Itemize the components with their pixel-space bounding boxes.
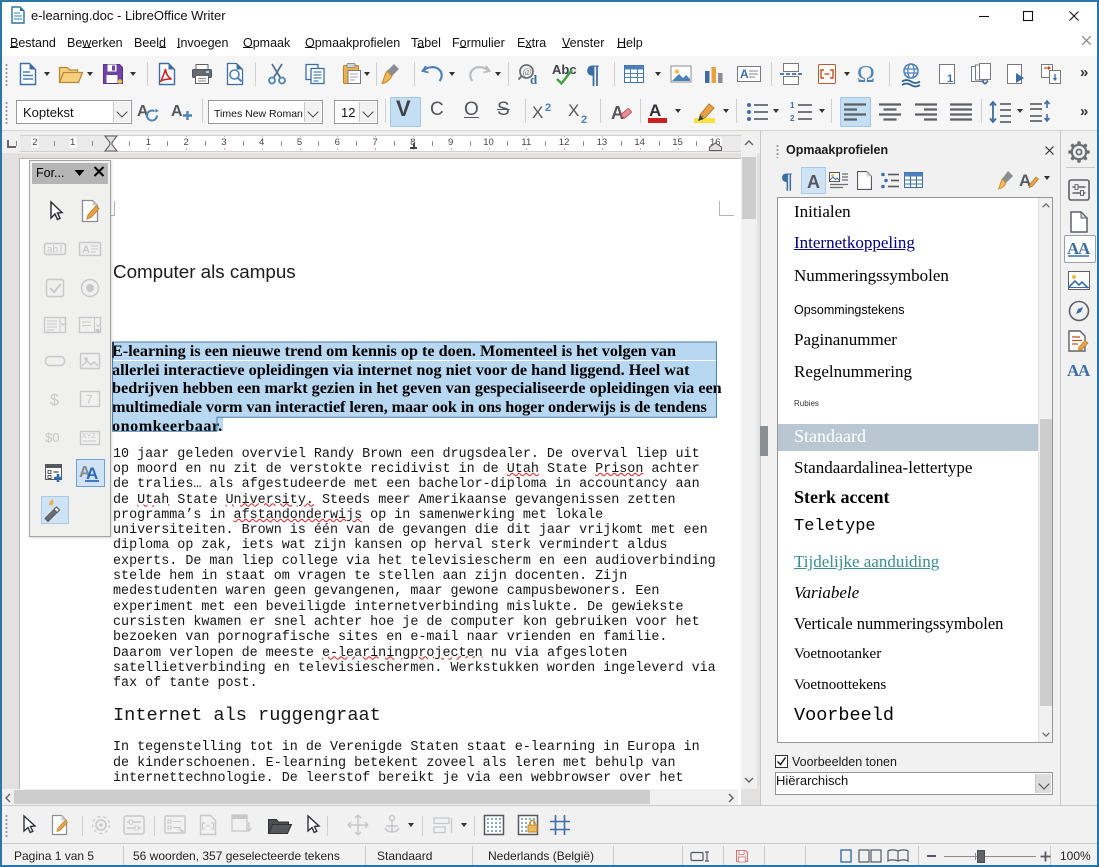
svg-text:A: A	[1078, 239, 1091, 257]
svg-text:A: A	[740, 67, 749, 81]
svg-text:¶: ¶	[781, 170, 793, 192]
svg-text:2: 2	[790, 114, 795, 123]
svg-text:A: A	[1078, 361, 1091, 379]
svg-text:A: A	[807, 172, 820, 190]
svg-text:Ω: Ω	[857, 62, 875, 88]
svg-text:1: 1	[947, 73, 953, 85]
svg-text:1: 1	[790, 101, 795, 110]
